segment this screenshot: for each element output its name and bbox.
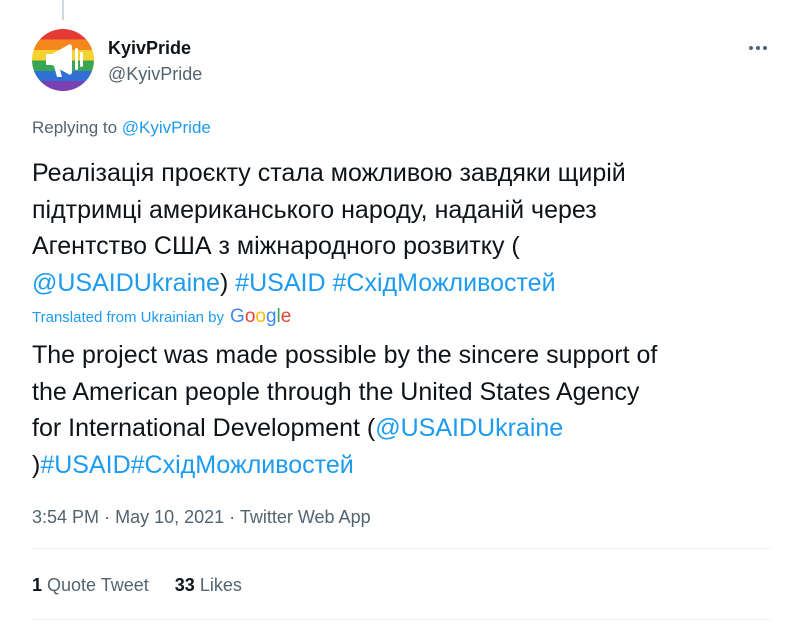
translation-hashtag-skhid-link[interactable]: #СхідМожливостей bbox=[131, 451, 354, 479]
avatar[interactable] bbox=[32, 29, 94, 91]
translation-attribution: Translated from Ukrainian by Google bbox=[32, 305, 291, 329]
translation-line-4: )#USAID#СхідМожливостей bbox=[32, 447, 772, 484]
replying-prefix: Replying to bbox=[32, 118, 118, 137]
translation-text: The project was made possible by the sin… bbox=[32, 337, 772, 483]
replying-mention-link[interactable]: @KyivPride bbox=[122, 118, 211, 137]
tweet-line-3: Агентство США з міжнародного розвитку ( bbox=[32, 232, 520, 260]
author-handle[interactable]: @KyivPride bbox=[108, 63, 202, 85]
stats-bottom-divider bbox=[32, 619, 772, 620]
translation-line-3: for International Development (@USAIDUkr… bbox=[32, 410, 772, 447]
quote-tweets-stat[interactable]: 1 Quote Tweet bbox=[32, 574, 149, 596]
tweet-metadata: 3:54 PM · May 10, 2021 · Twitter Web App bbox=[32, 506, 371, 528]
translation-line-3-text: for International Development ( bbox=[32, 414, 376, 442]
hashtag-skhid-link[interactable]: #СхідМожливостей bbox=[332, 269, 555, 297]
tweet-source-link[interactable]: Twitter Web App bbox=[240, 507, 371, 527]
thread-connector-line bbox=[62, 0, 64, 20]
likes-stat[interactable]: 33 Likes bbox=[175, 574, 242, 596]
replying-to: Replying to @KyivPride bbox=[32, 118, 211, 138]
google-logo: Google bbox=[230, 306, 292, 327]
translation-hashtag-usaid-link[interactable]: #USAID bbox=[40, 451, 130, 479]
tweet-line-1: Реалізація проєкту стала можливою завдяк… bbox=[32, 159, 626, 187]
translation-line-1: The project was made possible by the sin… bbox=[32, 341, 658, 369]
translation-line-2: the American people through the United S… bbox=[32, 377, 640, 406]
likes-label: Likes bbox=[199, 575, 242, 595]
usaid-mention-link[interactable]: @USAIDUkraine bbox=[32, 269, 220, 297]
more-options-button[interactable] bbox=[744, 34, 772, 62]
stats-top-divider bbox=[32, 548, 772, 549]
tweet-date-link[interactable]: May 10, 2021 bbox=[115, 507, 224, 527]
tweet-close-paren: ) bbox=[219, 268, 229, 297]
hashtag-usaid-link[interactable]: #USAID bbox=[235, 269, 325, 297]
meta-separator-1: · bbox=[104, 507, 111, 527]
meta-separator-2: · bbox=[229, 507, 236, 527]
tweet-stats: 1 Quote Tweet 33 Likes bbox=[32, 574, 242, 596]
likes-count: 33 bbox=[174, 575, 195, 595]
tweet-text: Реалізація проєкту стала можливою завдяк… bbox=[32, 155, 772, 301]
author-name[interactable]: KyivPride bbox=[108, 37, 191, 59]
tweet-time-link[interactable]: 3:54 PM bbox=[32, 507, 99, 527]
translation-usaid-mention-link[interactable]: @USAIDUkraine bbox=[375, 414, 563, 442]
more-dots-icon bbox=[749, 46, 767, 50]
translated-label: Translated from Ukrainian by bbox=[32, 308, 225, 326]
rainbow-megaphone-avatar-icon bbox=[46, 44, 83, 77]
quote-tweet-label: Quote Tweet bbox=[47, 575, 149, 595]
tweet-line-2: підтримці американського народу, наданій… bbox=[32, 195, 597, 224]
quote-tweet-count: 1 bbox=[32, 575, 43, 595]
tweet-line-4: @USAIDUkraine) #USAID #СхідМожливостей bbox=[32, 265, 772, 302]
